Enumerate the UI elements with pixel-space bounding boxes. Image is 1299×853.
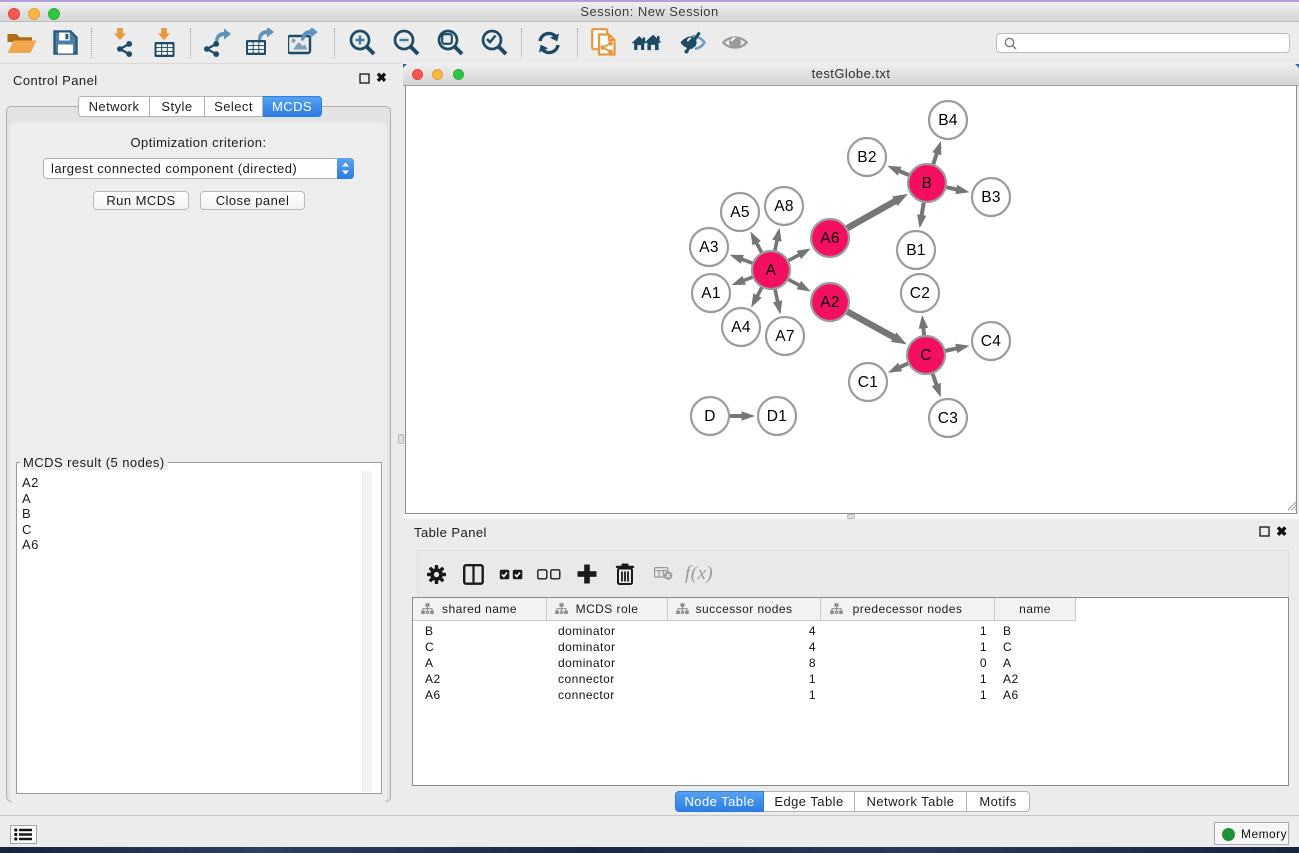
svg-text:A: A [766, 262, 777, 279]
svg-text:B3: B3 [981, 189, 1001, 206]
svg-text:C2: C2 [910, 285, 930, 302]
svg-text:B4: B4 [938, 112, 958, 129]
svg-text:A6: A6 [820, 230, 840, 247]
svg-text:A7: A7 [775, 328, 795, 345]
svg-text:A3: A3 [699, 239, 719, 256]
svg-text:A5: A5 [730, 204, 750, 221]
svg-text:B2: B2 [857, 149, 877, 166]
svg-text:D: D [704, 408, 716, 425]
svg-text:A8: A8 [774, 198, 794, 215]
svg-text:C3: C3 [938, 410, 958, 427]
svg-text:A4: A4 [731, 319, 751, 336]
svg-text:B1: B1 [906, 242, 926, 259]
svg-text:D1: D1 [767, 408, 787, 425]
svg-text:B: B [922, 175, 933, 192]
svg-text:C: C [920, 347, 932, 364]
svg-text:C1: C1 [858, 374, 878, 391]
svg-text:A2: A2 [820, 294, 840, 311]
svg-text:C4: C4 [981, 333, 1001, 350]
svg-text:A1: A1 [701, 285, 721, 302]
